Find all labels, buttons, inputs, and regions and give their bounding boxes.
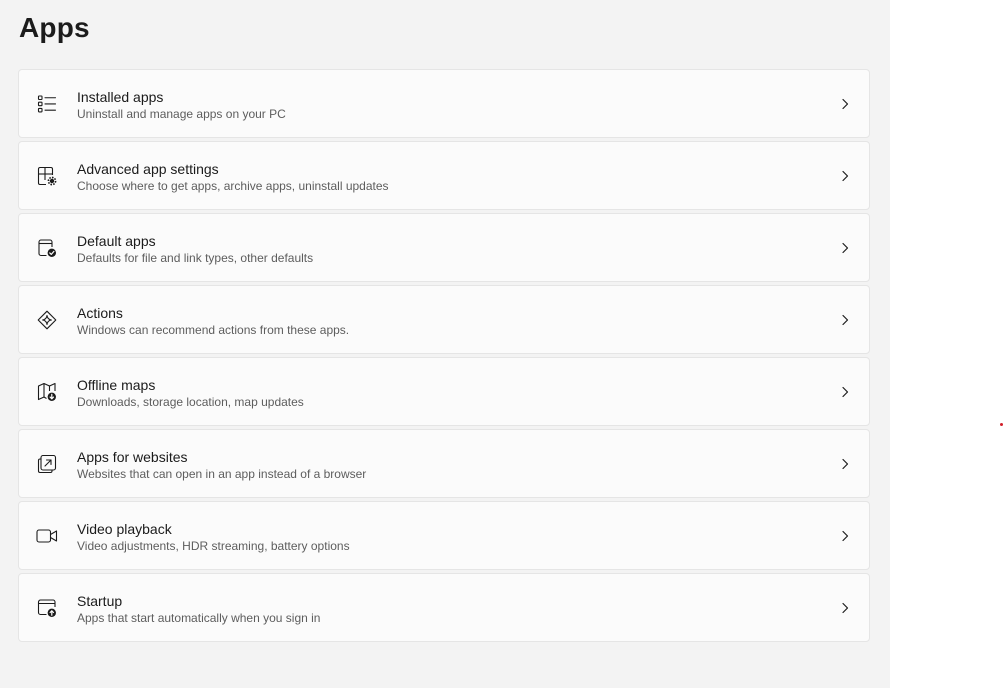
card-title: Advanced app settings xyxy=(77,161,219,177)
card-startup[interactable]: Startup Apps that start automatically wh… xyxy=(18,573,870,642)
card-actions[interactable]: Actions Windows can recommend actions fr… xyxy=(18,285,870,354)
card-video-playback[interactable]: Video playback Video adjustments, HDR st… xyxy=(18,501,870,570)
card-title: Video playback xyxy=(77,521,172,537)
card-description: Websites that can open in an app instead… xyxy=(77,467,367,481)
card-description: Downloads, storage location, map updates xyxy=(77,395,304,409)
startup-icon xyxy=(36,597,58,619)
card-description: Defaults for file and link types, other … xyxy=(77,251,314,265)
chevron-right-icon xyxy=(842,170,849,182)
offline-maps-icon xyxy=(36,381,58,403)
chevron-right-icon xyxy=(842,242,849,254)
card-description: Uninstall and manage apps on your PC xyxy=(77,107,286,121)
installed-apps-icon xyxy=(36,93,58,115)
chevron-right-icon xyxy=(842,458,849,470)
chevron-right-icon xyxy=(842,98,849,110)
video-playback-icon xyxy=(36,525,58,547)
settings-card-list: Installed apps Uninstall and manage apps… xyxy=(18,69,870,645)
red-marker-dot xyxy=(1000,423,1003,426)
card-title: Offline maps xyxy=(77,377,156,393)
card-title: Default apps xyxy=(77,233,156,249)
page-title: Apps xyxy=(19,12,90,43)
actions-icon xyxy=(36,309,58,331)
chevron-right-icon xyxy=(842,530,849,542)
chevron-right-icon xyxy=(842,602,849,614)
card-title: Installed apps xyxy=(77,89,164,105)
chevron-right-icon xyxy=(842,314,849,326)
card-default-apps[interactable]: Default apps Defaults for file and link … xyxy=(18,213,870,282)
card-description: Choose where to get apps, archive apps, … xyxy=(77,179,389,193)
card-title: Apps for websites xyxy=(77,449,188,465)
card-title: Startup xyxy=(77,593,123,609)
card-description: Video adjustments, HDR streaming, batter… xyxy=(77,539,350,553)
chevron-right-icon xyxy=(842,386,849,398)
card-installed-apps[interactable]: Installed apps Uninstall and manage apps… xyxy=(18,69,870,138)
card-title: Actions xyxy=(77,305,123,321)
apps-for-websites-icon xyxy=(36,453,58,475)
card-description: Windows can recommend actions from these… xyxy=(77,323,350,337)
card-advanced-app-settings[interactable]: Advanced app settings Choose where to ge… xyxy=(18,141,870,210)
card-description: Apps that start automatically when you s… xyxy=(77,611,321,625)
settings-pane: Apps Installed apps Uninstall and manage… xyxy=(0,0,890,688)
advanced-app-settings-icon xyxy=(36,165,58,187)
default-apps-icon xyxy=(36,237,58,259)
card-offline-maps[interactable]: Offline maps Downloads, storage location… xyxy=(18,357,870,426)
card-apps-for-websites[interactable]: Apps for websites Websites that can open… xyxy=(18,429,870,498)
